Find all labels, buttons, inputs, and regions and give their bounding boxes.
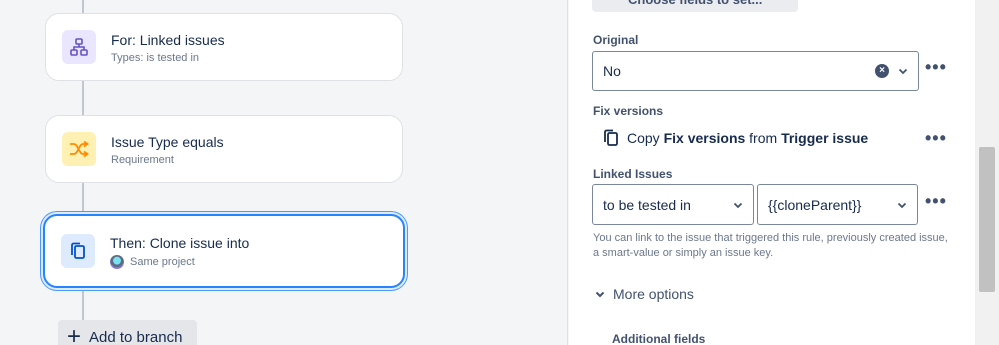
original-more-actions-icon[interactable]: ••• (925, 58, 947, 76)
node-title: For: Linked issues (111, 31, 225, 48)
link-target-select[interactable]: {{cloneParent}} (757, 184, 918, 225)
action-config-panel: Choose fields to set... Original No × ••… (569, 0, 975, 345)
clear-icon[interactable]: × (875, 64, 889, 78)
node-branch-linked-issues[interactable]: For: Linked issues Types: is tested in (45, 13, 403, 81)
linked-issues-label: Linked Issues (593, 167, 673, 181)
shuffle-icon (62, 132, 96, 166)
more-options-toggle[interactable]: More options (595, 286, 694, 302)
original-select[interactable]: No × (592, 51, 919, 91)
rule-canvas: For: Linked issues Types: is tested in I… (0, 0, 568, 345)
node-title: Issue Type equals (111, 133, 224, 150)
link-target-value: {{cloneParent}} (768, 196, 862, 213)
link-type-select[interactable]: to be tested in (592, 184, 754, 225)
choose-fields-button[interactable]: Choose fields to set... (592, 0, 798, 12)
chevron-down-icon (733, 202, 743, 208)
panel-scrollbar[interactable] (975, 0, 999, 345)
fix-versions-label: Fix versions (593, 104, 664, 118)
chevron-down-icon (897, 202, 907, 208)
more-options-label: More options (613, 286, 694, 302)
add-to-branch-button[interactable]: + Add to branch (58, 320, 197, 345)
project-avatar-icon (110, 254, 124, 269)
node-subtitle: Requirement (111, 153, 174, 166)
node-subtitle: Types: is tested in (111, 51, 200, 64)
copy-icon (604, 129, 618, 146)
add-to-branch-label: Add to branch (89, 328, 183, 345)
original-value: No (603, 63, 621, 79)
fix-versions-more-actions-icon[interactable]: ••• (925, 129, 947, 147)
branch-icon (62, 30, 96, 64)
node-condition-issue-type[interactable]: Issue Type equals Requirement (45, 115, 403, 183)
original-label: Original (593, 33, 639, 47)
node-title: Then: Clone issue into (110, 234, 250, 251)
scrollbar-thumb[interactable] (979, 147, 995, 292)
additional-fields-label: Additional fields (612, 332, 706, 345)
linked-issues-helper-text: You can link to the issue that triggered… (593, 232, 948, 259)
chevron-down-icon (595, 291, 605, 298)
plus-icon: + (67, 323, 82, 345)
node-subtitle: Same project (110, 254, 249, 269)
copy-icon (61, 234, 95, 268)
link-type-value: to be tested in (603, 196, 691, 213)
node-action-clone-issue[interactable]: Then: Clone issue into Same project (43, 214, 405, 288)
linked-issues-more-actions-icon[interactable]: ••• (925, 192, 947, 210)
fix-versions-copy-value[interactable]: Copy Fix versions from Trigger issue (603, 129, 868, 147)
chevron-down-icon (898, 68, 908, 75)
